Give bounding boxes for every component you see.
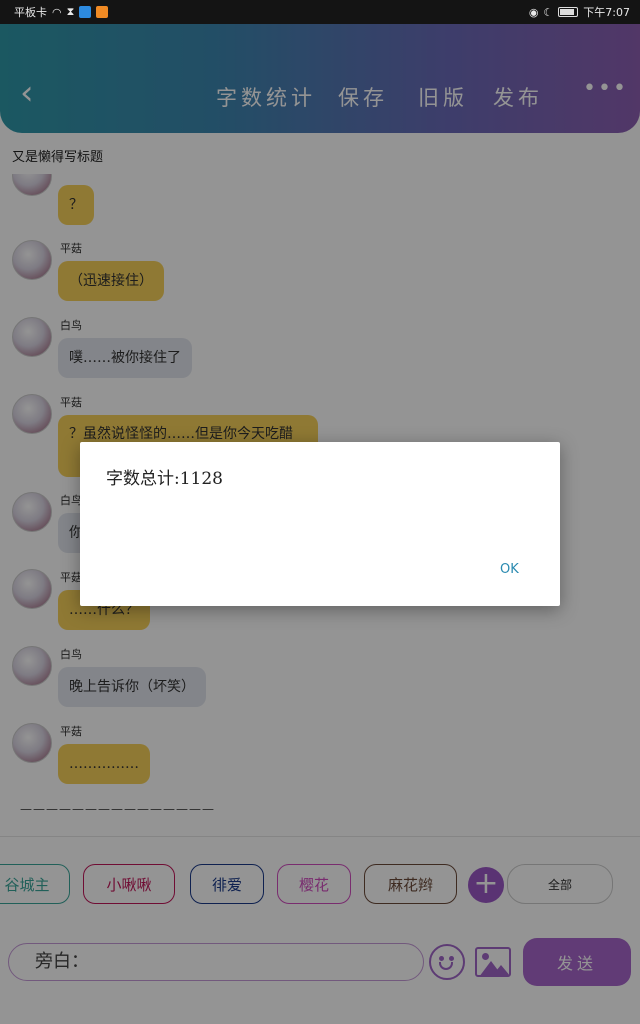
eye-icon: ◉ [528,5,539,19]
status-bar: 平板卡 ◠ ⧗ ◉ ☾ 下午7:07 [0,0,640,24]
status-right: ◉ ☾ 下午7:07 [529,4,630,20]
hourglass-icon: ⧗ [66,5,75,18]
carrier-label: 平板卡 [14,6,47,19]
ok-button[interactable]: OK [500,562,519,577]
wifi-icon: ◠ [52,5,62,19]
word-count-dialog: 字数总计:1128 OK [80,442,560,606]
clock: 下午7:07 [583,6,630,19]
app-icon [79,6,92,18]
battery-icon [558,7,579,17]
dialog-message: 字数总计:1128 [106,469,223,489]
moon-icon: ☾ [543,5,554,19]
status-left: 平板卡 ◠ ⧗ [14,4,109,20]
notification-icon [96,6,109,18]
